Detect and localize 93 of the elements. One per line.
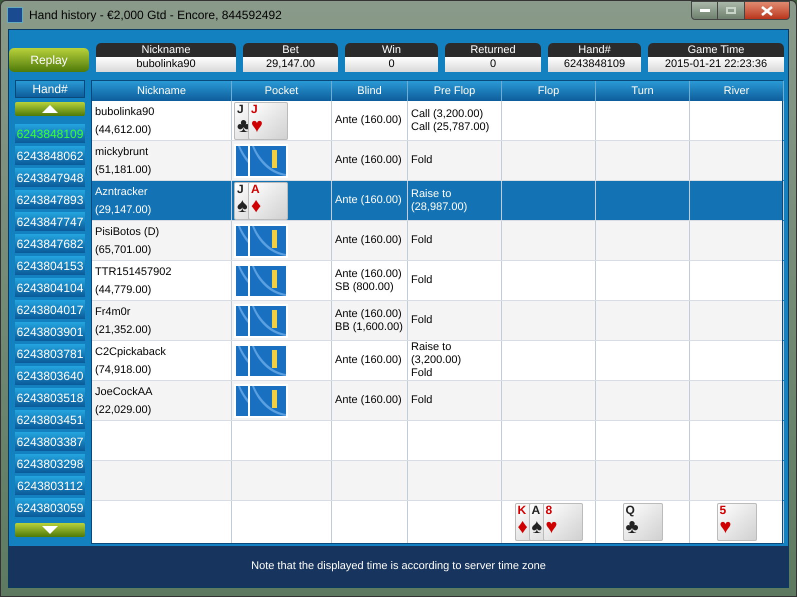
- playing-card: A ♦: [248, 182, 288, 220]
- player-stack: (44,779.00): [95, 282, 152, 298]
- column-header: Nickname: [92, 81, 232, 101]
- column-header: River: [690, 81, 784, 101]
- summary-label: Nickname: [96, 43, 236, 57]
- footer-note: Note that the displayed time is according to server time zone: [251, 559, 546, 574]
- summary-label: Bet: [243, 43, 338, 57]
- player-name: Azntracker: [95, 184, 149, 200]
- pre-flop-action: Raise to (3,200.00) Fold: [411, 341, 462, 380]
- hand-list-item[interactable]: 6243804153: [15, 256, 85, 275]
- playing-card: 8 ♥: [542, 503, 582, 541]
- blind-action: Ante (160.00) BB (1,600.00): [335, 308, 403, 334]
- hand-list-item[interactable]: 6243847948: [15, 168, 85, 187]
- hand-list-item[interactable]: 6243803781: [15, 344, 85, 363]
- hand-list-item[interactable]: 6243803640: [15, 366, 85, 385]
- pre-flop-action: Raise to (28,987.00): [411, 188, 468, 214]
- column-header: Flop: [502, 81, 596, 101]
- player-stack: (65,701.00): [95, 242, 152, 258]
- replay-button[interactable]: Replay: [9, 48, 89, 72]
- player-name: C2Cpickaback: [95, 344, 166, 360]
- summary-value: 0: [445, 57, 541, 72]
- hand-list-item[interactable]: 6243804104: [15, 278, 85, 297]
- pre-flop-action: Fold: [411, 314, 432, 327]
- blind-action: Ante (160.00): [335, 154, 402, 167]
- close-icon: [761, 6, 773, 16]
- scroll-down-button[interactable]: [15, 523, 85, 537]
- summary-value: bubolinka90: [96, 57, 236, 72]
- table-row[interactable]: mickybrunt (51,181.00) Ante (160.00) Fold: [92, 141, 782, 181]
- hand-list-item[interactable]: 6243803451: [15, 410, 85, 429]
- pre-flop-action: Fold: [411, 394, 432, 407]
- playing-card: Q ♣: [622, 503, 662, 541]
- summary-label: Returned: [445, 43, 541, 57]
- player-stack: (74,918.00): [95, 362, 152, 378]
- up-arrow-icon: [42, 105, 58, 113]
- blind-action: Ante (160.00): [335, 114, 402, 127]
- hand-list-item[interactable]: 6243847682: [15, 234, 85, 253]
- scroll-up-button[interactable]: [15, 102, 85, 116]
- pre-flop-action: Fold: [411, 154, 432, 167]
- column-header: Pre Flop: [408, 81, 502, 101]
- player-name: PisiBotos (D): [95, 224, 160, 240]
- hand-list-item[interactable]: 6243803059: [15, 498, 85, 517]
- hand-list-item[interactable]: 6243804017: [15, 300, 85, 319]
- column-header: Turn: [596, 81, 690, 101]
- player-name: JoeCockAA: [95, 384, 152, 400]
- column-header: Blind: [332, 81, 408, 101]
- table-row[interactable]: JoeCockAA (22,029.00) Ante (160.00) Fold: [92, 381, 782, 421]
- summary-value: 6243848109: [548, 57, 641, 72]
- maximize-button[interactable]: [718, 1, 744, 20]
- hand-list-item[interactable]: 6243803112: [15, 476, 85, 495]
- table-row[interactable]: C2Cpickaback (74,918.00) Ante (160.00) Raise to (3,200.00) Fold: [92, 341, 782, 381]
- hand-list-item[interactable]: 6243847893: [15, 190, 85, 209]
- summary-value: 0: [345, 57, 438, 72]
- summary-value: 2015-01-21 22:23:36: [648, 57, 784, 72]
- minimize-icon: [700, 9, 710, 12]
- summary-value: 29,147.00: [243, 57, 338, 72]
- hand-list-item[interactable]: 6243803901: [15, 322, 85, 341]
- playing-card: J ♥: [248, 102, 288, 140]
- blind-action: Ante (160.00): [335, 354, 402, 367]
- summary-label: Hand#: [548, 43, 641, 57]
- player-name: mickybrunt: [95, 144, 150, 160]
- hand-list-item[interactable]: 6243803387: [15, 432, 85, 451]
- minimize-button[interactable]: [691, 1, 718, 20]
- hand-list-item[interactable]: 6243803298: [15, 454, 85, 473]
- column-header: Hand#: [15, 80, 85, 98]
- playing-card: 5 ♥: [716, 503, 756, 541]
- window-title: Hand history - €2,000 Gtd - Encore, 844592492: [29, 7, 282, 24]
- blind-action: Ante (160.00): [335, 394, 402, 407]
- player-stack: (21,352.00): [95, 322, 152, 338]
- blind-action: Ante (160.00): [335, 194, 402, 207]
- blind-action: Ante (160.00): [335, 234, 402, 247]
- player-name: bubolinka90: [95, 104, 154, 120]
- player-name: Fr4m0r: [95, 304, 132, 320]
- blind-action: Ante (160.00) SB (800.00): [335, 268, 402, 294]
- hand-list-item[interactable]: 6243848109: [15, 124, 85, 143]
- pre-flop-action: Call (3,200.00) Call (25,787.00): [411, 108, 490, 134]
- maximize-icon: [726, 7, 736, 14]
- pre-flop-action: Fold: [411, 274, 432, 287]
- player-stack: (51,181.00): [95, 162, 152, 178]
- pre-flop-action: Fold: [411, 234, 432, 247]
- summary-label: Game Time: [648, 43, 784, 57]
- app-icon: [7, 7, 23, 23]
- player-name: TTR151457902: [95, 264, 172, 280]
- column-header: Pocket: [232, 81, 332, 101]
- player-stack: (29,147.00): [95, 202, 152, 218]
- player-stack: (22,029.00): [95, 402, 152, 418]
- hand-list-item[interactable]: 6243848062: [15, 146, 85, 165]
- hand-list-item[interactable]: 6243847747: [15, 212, 85, 231]
- hand-list-item[interactable]: 6243803518: [15, 388, 85, 407]
- summary-label: Win: [345, 43, 438, 57]
- table-row[interactable]: PisiBotos (D) (65,701.00) Ante (160.00) Fold: [92, 221, 782, 261]
- down-arrow-icon: [42, 526, 58, 534]
- player-stack: (44,612.00): [95, 122, 152, 138]
- close-button[interactable]: [744, 1, 790, 20]
